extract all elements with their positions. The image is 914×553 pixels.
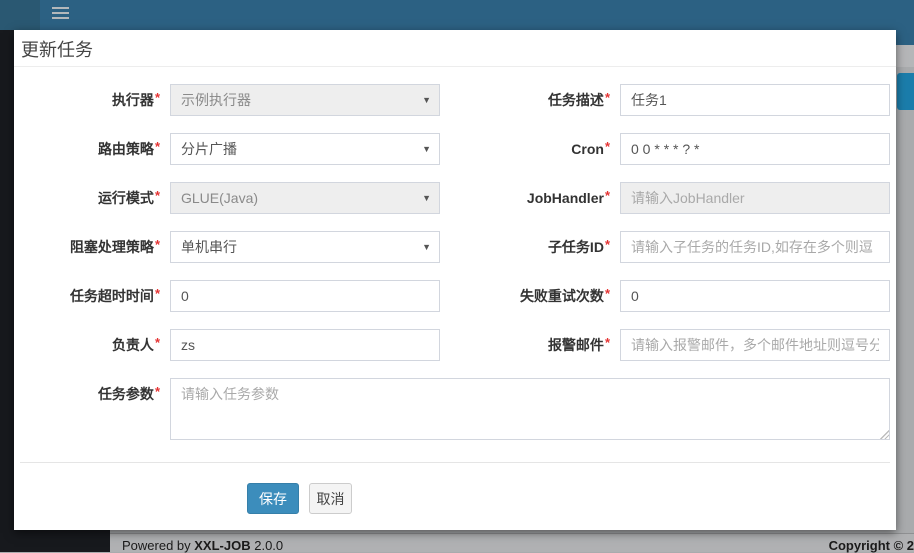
cron-label: Cron*	[410, 133, 610, 165]
child-jobid-label: 子任务ID*	[410, 231, 610, 263]
alarm-email-input[interactable]	[620, 329, 890, 361]
form-row: 任务参数*	[14, 378, 896, 440]
alarm-email-label: 报警邮件*	[410, 329, 610, 361]
route-strategy-label: 路由策略*	[14, 133, 160, 165]
cron-input[interactable]	[620, 133, 890, 165]
block-strategy-select[interactable]: 单机串行 ▼	[170, 231, 440, 263]
form-row: 运行模式* GLUE(Java) ▼ JobHandler*	[14, 182, 896, 214]
copyright-text: Copyright © 2	[829, 538, 914, 553]
background-button-fragment	[897, 73, 914, 110]
form-row: 负责人* 报警邮件*	[14, 329, 896, 361]
glue-type-select: GLUE(Java) ▼	[170, 182, 440, 214]
modal-header: 更新任务	[14, 30, 896, 67]
job-params-label: 任务参数*	[14, 378, 160, 410]
update-task-modal: 更新任务 执行器* 示例执行器 ▼ 任务描述* 路由策略* 分片广播 ▼ Cro…	[14, 30, 896, 530]
fail-retry-label: 失败重试次数*	[410, 280, 610, 312]
hamburger-menu-icon[interactable]	[52, 7, 69, 20]
textarea-resize-grip-icon[interactable]	[878, 428, 889, 439]
child-jobid-input[interactable]	[620, 231, 890, 263]
timeout-input[interactable]	[170, 280, 440, 312]
author-input[interactable]	[170, 329, 440, 361]
executor-label: 执行器*	[14, 84, 160, 116]
form-row: 执行器* 示例执行器 ▼ 任务描述*	[14, 84, 896, 116]
form-row: 路由策略* 分片广播 ▼ Cron*	[14, 133, 896, 165]
fail-retry-input[interactable]	[620, 280, 890, 312]
route-strategy-select[interactable]: 分片广播 ▼	[170, 133, 440, 165]
save-button[interactable]: 保存	[247, 483, 299, 514]
jobhandler-label: JobHandler*	[410, 182, 610, 214]
job-desc-label: 任务描述*	[410, 84, 610, 116]
modal-title: 更新任务	[21, 36, 93, 62]
form-row: 阻塞处理策略* 单机串行 ▼ 子任务ID*	[14, 231, 896, 263]
page-footer: Powered by XXL-JOB 2.0.0 Copyright © 2	[110, 533, 914, 552]
jobhandler-input	[620, 182, 890, 214]
author-label: 负责人*	[14, 329, 160, 361]
powered-by-text: Powered by XXL-JOB 2.0.0	[122, 538, 283, 553]
modal-footer-divider	[20, 462, 890, 463]
executor-select: 示例执行器 ▼	[170, 84, 440, 116]
glue-type-label: 运行模式*	[14, 182, 160, 214]
page-header-fragment	[896, 45, 914, 67]
form-row: 任务超时时间* 失败重试次数*	[14, 280, 896, 312]
job-params-textarea[interactable]	[170, 378, 890, 440]
job-desc-input[interactable]	[620, 84, 890, 116]
cancel-button[interactable]: 取消	[309, 483, 352, 514]
block-strategy-label: 阻塞处理策略*	[14, 231, 160, 263]
timeout-label: 任务超时时间*	[14, 280, 160, 312]
